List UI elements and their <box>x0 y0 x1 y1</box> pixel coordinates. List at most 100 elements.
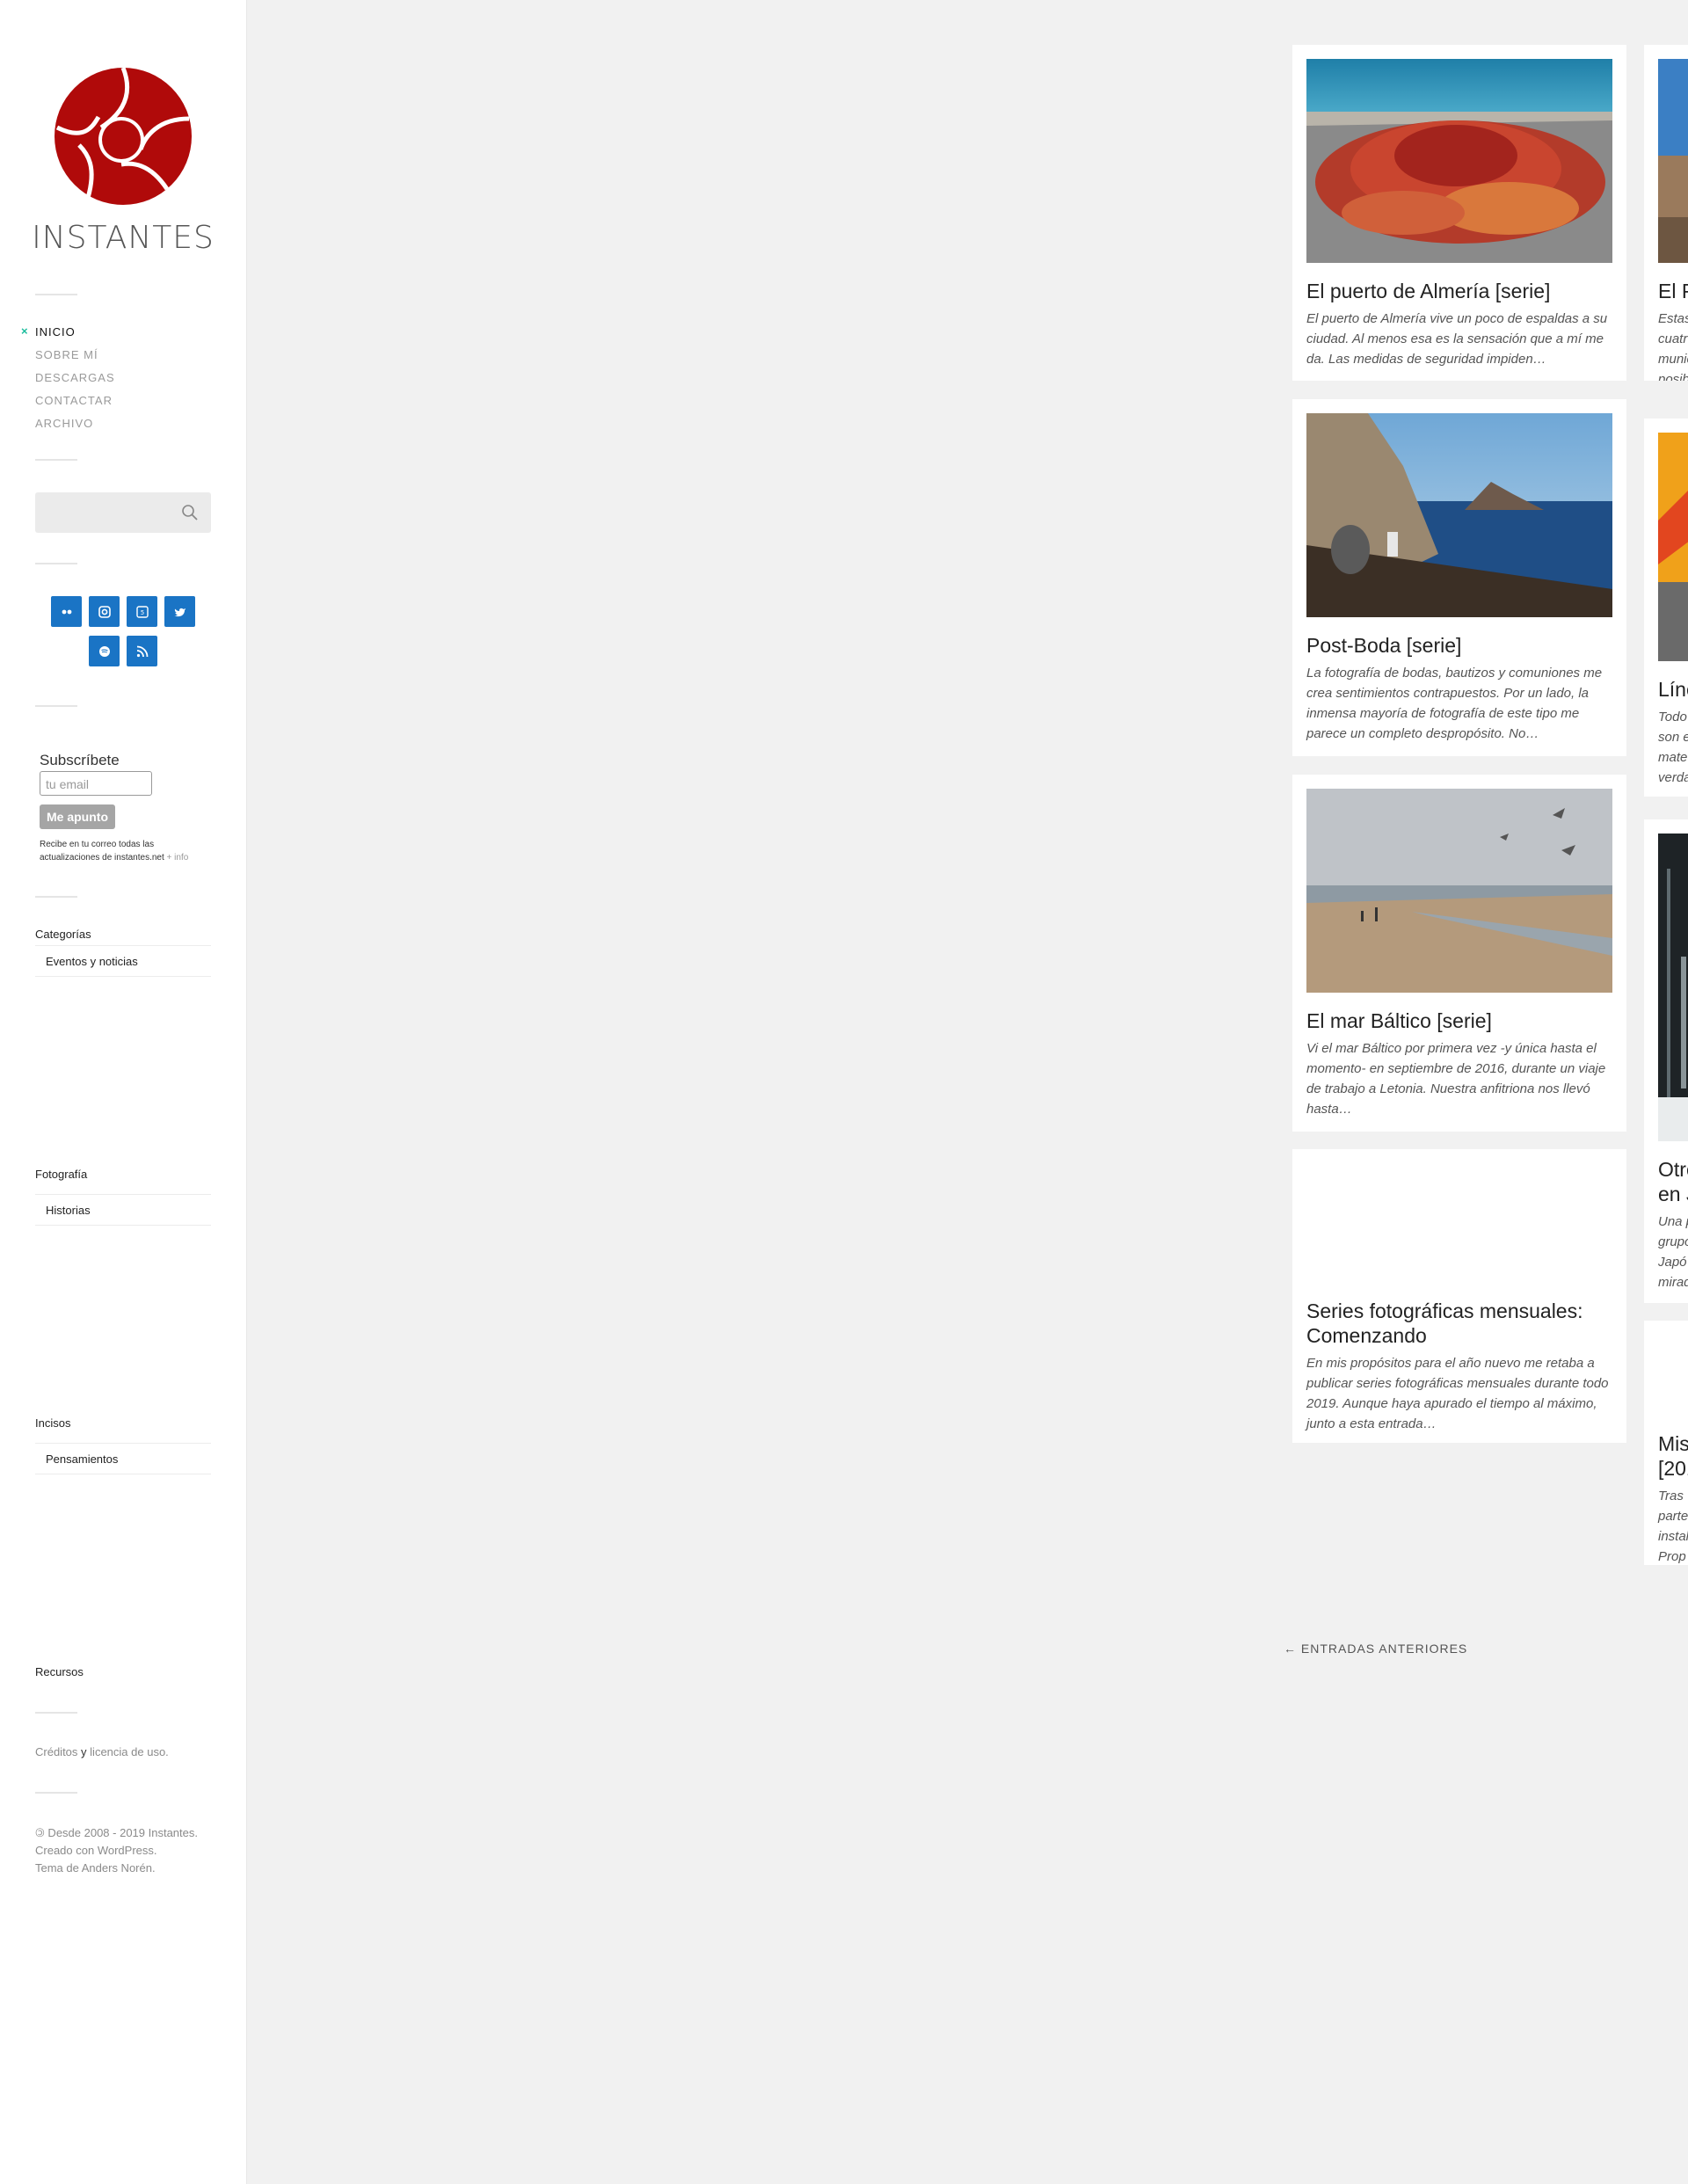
excerpt-line: Prop <box>1658 1549 1686 1564</box>
sidebar: INSTANTES INICIO SOBRE MÍ DESCARGAS CONT… <box>0 0 247 2184</box>
search-icon[interactable] <box>181 504 199 521</box>
excerpt-line: Todo <box>1658 710 1687 724</box>
post-title[interactable]: Series fotográficas mensuales: Comenzand… <box>1306 1299 1612 1348</box>
excerpt-line: mate <box>1658 750 1688 765</box>
spotify-icon[interactable] <box>89 636 120 666</box>
divider <box>35 705 77 707</box>
post-title[interactable]: Líne <box>1658 677 1688 702</box>
widget-title-incisos: Incisos <box>35 1416 71 1430</box>
widget-title-recursos: Recursos <box>35 1665 84 1678</box>
post-title[interactable]: Mis [201 <box>1658 1431 1688 1481</box>
excerpt-line: posib <box>1658 372 1688 381</box>
title-line: Mis <box>1658 1432 1688 1455</box>
post-excerpt: La fotografía de bodas, bautizos y comun… <box>1306 666 1603 741</box>
post-thumbnail-placeholder <box>1306 1163 1612 1283</box>
excerpt-line: mirad <box>1658 1275 1688 1290</box>
rss-icon[interactable] <box>127 636 157 666</box>
post-card[interactable]: Series fotográficas mensuales: Comenzand… <box>1292 1149 1626 1443</box>
instagram-icon[interactable] <box>89 596 120 627</box>
older-posts-link[interactable]: ← ENTRADAS ANTERIORES <box>1284 1642 1467 1656</box>
post-title[interactable]: Post-Boda [serie] <box>1306 633 1612 658</box>
excerpt-line: parte <box>1658 1509 1688 1524</box>
excerpt-line: cuatr <box>1658 331 1688 346</box>
post-card[interactable]: Mis [201 Tras parte instal Prop <box>1644 1321 1688 1565</box>
excerpt-line: Estas <box>1658 311 1688 326</box>
excerpt-line: Una p <box>1658 1214 1688 1229</box>
post-title[interactable]: El mar Báltico [serie] <box>1306 1008 1612 1033</box>
divider <box>35 563 77 564</box>
title-line: [201 <box>1658 1457 1688 1480</box>
500px-icon[interactable]: 5 <box>127 596 157 627</box>
twitter-icon[interactable] <box>164 596 195 627</box>
post-excerpt: Vi el mar Báltico por primera vez -y úni… <box>1306 1041 1606 1117</box>
category-item[interactable]: Pensamientos <box>35 1443 211 1474</box>
excerpt-line: Japó <box>1658 1255 1687 1270</box>
post-card[interactable]: El P Estas cuatr munic posib <box>1644 45 1688 381</box>
subscribe-button[interactable]: Me apunto <box>40 804 115 829</box>
post-thumbnail-placeholder <box>1658 1335 1688 1416</box>
nav-item-contactar[interactable]: CONTACTAR <box>35 394 115 417</box>
post-thumbnail[interactable] <box>1658 834 1688 1141</box>
nav-item-descargas[interactable]: DESCARGAS <box>35 371 115 394</box>
main-nav: INICIO SOBRE MÍ DESCARGAS CONTACTAR ARCH… <box>21 324 115 440</box>
widget-title-categorias: Categorías <box>35 928 91 941</box>
subscribe-note-text: Recibe en tu correo todas las actualizac… <box>40 840 164 863</box>
post-excerpt: Todo son e mate verda <box>1658 707 1688 788</box>
post-title[interactable]: El puerto de Almería [serie] <box>1306 279 1612 303</box>
excerpt-line: instal <box>1658 1529 1688 1544</box>
wordpress-credit[interactable]: Creado con WordPress. <box>35 1842 198 1860</box>
svg-text:5: 5 <box>140 609 143 616</box>
category-item[interactable]: Eventos y noticias <box>35 945 211 977</box>
post-excerpt: El puerto de Almería vive un poco de esp… <box>1306 311 1608 367</box>
post-thumbnail[interactable] <box>1306 413 1612 617</box>
copyright: 🄯 Desde 2008 - 2019 Instantes. Creado co… <box>35 1824 198 1877</box>
social-links: 5 <box>35 596 211 675</box>
post-title[interactable]: El P <box>1658 279 1688 303</box>
title-line: en J <box>1658 1183 1688 1205</box>
post-card[interactable]: El puerto de Almería [serie] El puerto d… <box>1292 45 1626 381</box>
subscribe-title: Subscríbete <box>40 752 120 768</box>
post-thumbnail[interactable] <box>1658 59 1688 263</box>
excerpt-line: Tras <box>1658 1489 1684 1503</box>
post-excerpt: Tras parte instal Prop <box>1658 1486 1688 1565</box>
widget-title-fotografia: Fotografía <box>35 1168 88 1181</box>
post-card[interactable]: Líne Todo son e mate verda <box>1644 419 1688 797</box>
site-title[interactable]: INSTANTES <box>0 220 246 256</box>
subscribe-note: Recibe en tu correo todas las actualizac… <box>40 838 207 864</box>
copyright-line: 🄯 Desde 2008 - 2019 Instantes. <box>35 1826 198 1839</box>
nav-item-sobre-mi[interactable]: SOBRE MÍ <box>35 348 115 371</box>
post-card[interactable]: Post-Boda [serie] La fotografía de bodas… <box>1292 399 1626 756</box>
excerpt-line: verda <box>1658 770 1688 785</box>
post-title[interactable]: Otro en J <box>1658 1157 1688 1206</box>
post-thumbnail[interactable] <box>1306 59 1612 263</box>
subscribe-form: Subscríbete tu email Me apunto Recibe en… <box>40 752 215 864</box>
excerpt-line: grupo <box>1658 1234 1688 1249</box>
title-line: Otro <box>1658 1158 1688 1181</box>
credits-line: Créditos y licencia de uso. <box>35 1744 169 1761</box>
divider <box>35 896 77 898</box>
excerpt-line: son e <box>1658 730 1688 745</box>
divider <box>35 294 77 295</box>
post-thumbnail[interactable] <box>1658 433 1688 661</box>
search-input[interactable] <box>35 492 211 533</box>
post-card[interactable]: El mar Báltico [serie] Vi el mar Báltico… <box>1292 775 1626 1132</box>
post-thumbnail[interactable] <box>1306 789 1612 993</box>
category-item[interactable]: Historias <box>35 1194 211 1226</box>
license-link[interactable]: licencia de uso. <box>90 1745 169 1758</box>
divider <box>35 1792 77 1794</box>
aperture-logo-icon[interactable] <box>53 66 193 207</box>
divider <box>35 1712 77 1714</box>
nav-item-inicio[interactable]: INICIO <box>21 324 115 348</box>
email-field[interactable]: tu email <box>40 771 152 796</box>
theme-credit[interactable]: Tema de Anders Norén. <box>35 1860 198 1877</box>
post-card[interactable]: Otro en J Una p grupo Japó mirad <box>1644 819 1688 1303</box>
more-info-link[interactable]: + info <box>167 853 189 863</box>
flickr-icon[interactable] <box>51 596 82 627</box>
nav-item-archivo[interactable]: ARCHIVO <box>35 417 115 440</box>
post-excerpt: En mis propósitos para el año nuevo me r… <box>1306 1356 1609 1431</box>
excerpt-line: munic <box>1658 352 1688 367</box>
post-excerpt: Estas cuatr munic posib <box>1658 309 1688 381</box>
divider <box>35 459 77 461</box>
post-excerpt: Una p grupo Japó mirad <box>1658 1212 1688 1292</box>
credits-link[interactable]: Créditos <box>35 1745 77 1758</box>
